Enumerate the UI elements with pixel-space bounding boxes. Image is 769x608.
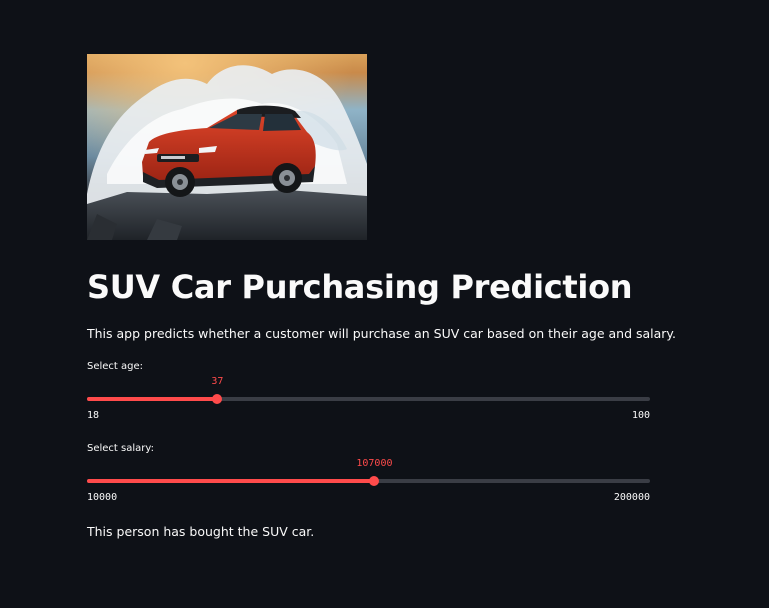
salary-slider[interactable]: 107000 [87, 458, 650, 486]
age-slider-value: 37 [211, 376, 224, 387]
salary-slider-label: Select salary: [87, 443, 154, 454]
salary-slider-thumb[interactable] [369, 476, 380, 486]
age-slider-min: 18 [87, 410, 100, 421]
age-slider[interactable]: 37 [87, 376, 650, 404]
salary-slider-max: 200000 [613, 492, 650, 503]
page-title: SUV Car Purchasing Prediction [87, 268, 633, 306]
age-slider-fill [87, 397, 218, 401]
suv-hero-image [87, 54, 367, 240]
app-main: SUV Car Purchasing Prediction This app p… [0, 0, 769, 608]
prediction-result: This person has bought the SUV car. [87, 524, 315, 539]
salary-slider-fill [87, 479, 375, 483]
salary-slider-value: 107000 [356, 458, 393, 469]
age-slider-thumb[interactable] [212, 394, 223, 404]
age-slider-label: Select age: [87, 361, 144, 372]
age-slider-max: 100 [631, 410, 650, 421]
app-description: This app predicts whether a customer wil… [87, 326, 677, 341]
salary-slider-min: 10000 [87, 492, 118, 503]
